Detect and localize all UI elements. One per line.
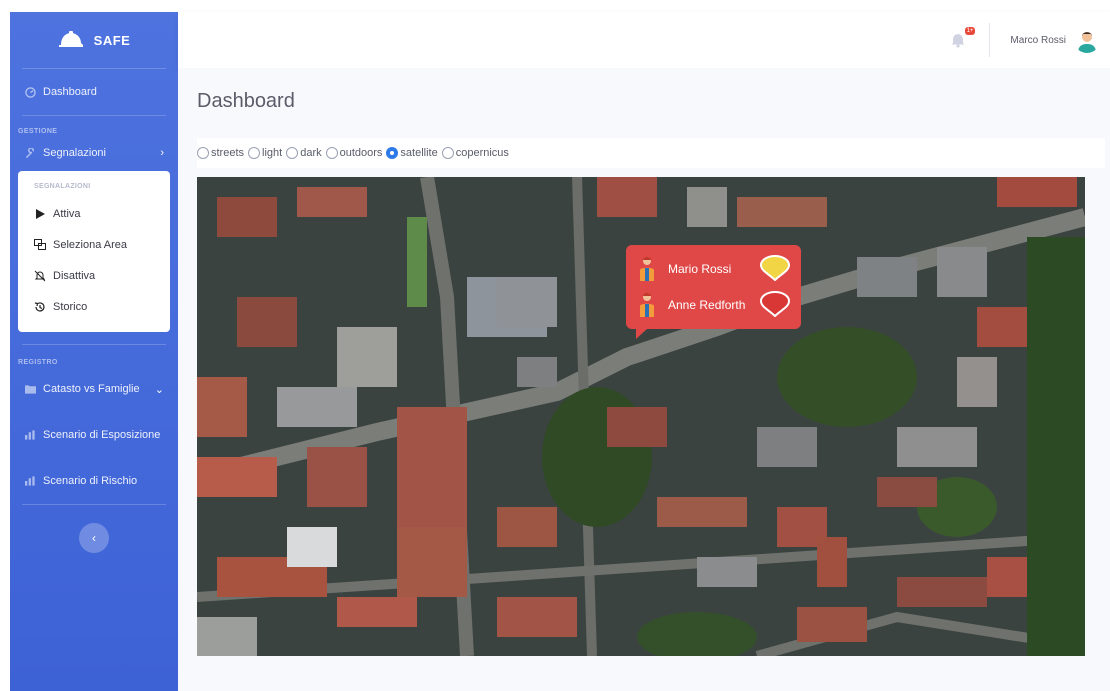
- radio-circle[interactable]: [248, 147, 261, 159]
- layer-label: light: [262, 147, 283, 159]
- sidebar-item-catasto[interactable]: Catasto vs Famiglie ⌄: [10, 366, 178, 412]
- topbar: 1+ Marco Rossi: [178, 12, 1110, 68]
- main-content: Dashboard streets light dark outdoors sa…: [178, 68, 1110, 691]
- notification-badge: 1+: [964, 27, 976, 35]
- submenu-heading: SEGNALAZIONI: [34, 183, 91, 190]
- wrench-icon: [24, 147, 36, 159]
- person-icon: [636, 291, 658, 320]
- history-icon: [34, 301, 46, 313]
- sidebar-item-label: Scenario di Esposizione: [43, 429, 161, 441]
- chart-bar-icon: [24, 475, 36, 487]
- sidebar-divider: [22, 504, 166, 505]
- notifications-button[interactable]: 1+: [947, 27, 976, 51]
- bell-icon: [951, 34, 965, 48]
- layer-option-light[interactable]: light: [248, 147, 282, 159]
- sidebar-toggle-button[interactable]: ‹: [79, 523, 109, 553]
- layer-option-streets[interactable]: streets: [197, 147, 244, 159]
- satellite-map[interactable]: Mario Rossi Anne Redforth: [197, 177, 1085, 656]
- sidebar-item-dashboard[interactable]: Dashboard: [10, 69, 178, 115]
- chart-bar-icon: [24, 429, 36, 441]
- layer-label: streets: [211, 147, 245, 159]
- map-marker-red-icon[interactable]: [759, 290, 791, 320]
- sidebar-heading-registro: REGISTRO: [18, 359, 58, 366]
- brand[interactable]: SAFE: [10, 12, 178, 68]
- layer-option-dark[interactable]: dark: [286, 147, 322, 159]
- submenu-item-label: Seleziona Area: [53, 238, 127, 251]
- popup-row[interactable]: Mario Rossi: [636, 251, 791, 287]
- submenu-item-storico[interactable]: Storico: [18, 291, 170, 322]
- submenu-item-label: Attiva: [53, 207, 81, 220]
- sidebar-item-segnalazioni[interactable]: Segnalazioni ›: [10, 135, 178, 171]
- radio-circle[interactable]: [441, 147, 454, 159]
- popup-row[interactable]: Anne Redforth: [636, 287, 791, 323]
- layer-label: outdoors: [339, 147, 383, 159]
- user-avatar-icon: [1074, 27, 1100, 53]
- map-marker-yellow-icon[interactable]: [759, 254, 791, 284]
- person-name: Anne Redforth: [668, 298, 746, 312]
- layer-label: dark: [300, 147, 322, 159]
- chevron-down-icon: ⌄: [154, 383, 164, 396]
- radio-circle[interactable]: [286, 147, 299, 159]
- submenu-item-label: Storico: [53, 300, 88, 313]
- select-area-icon: [34, 239, 46, 250]
- layer-option-satellite[interactable]: satellite: [386, 147, 438, 159]
- map-layer-selector: streets light dark outdoors satellite co…: [197, 138, 1105, 168]
- sidebar-item-esposizione[interactable]: Scenario di Esposizione: [10, 412, 178, 458]
- person-icon: [636, 255, 658, 284]
- sidebar-item-rischio[interactable]: Scenario di Rischio: [10, 458, 178, 504]
- submenu-segnalazioni: SEGNALAZIONI Attiva Seleziona Area Disat…: [18, 171, 170, 332]
- topbar-divider: [989, 23, 991, 57]
- sidebar-item-label: Segnalazioni: [43, 147, 106, 159]
- brand-name: SAFE: [93, 32, 131, 48]
- layer-option-copernicus[interactable]: copernicus: [441, 147, 509, 159]
- sidebar-item-label: Catasto vs Famiglie: [43, 383, 140, 395]
- play-icon: [34, 208, 46, 219]
- user-name[interactable]: Marco Rossi: [1010, 35, 1066, 46]
- layer-option-outdoors[interactable]: outdoors: [325, 147, 383, 159]
- sidebar-heading-gestione: GESTIONE: [18, 128, 58, 135]
- sidebar: SAFE Dashboard GESTIONE Segnalazioni › S…: [10, 12, 178, 691]
- submenu-item-label: Disattiva: [53, 269, 96, 282]
- layer-label: copernicus: [455, 147, 509, 159]
- helmet-icon: [58, 31, 83, 47]
- submenu-item-disattiva[interactable]: Disattiva: [18, 260, 170, 291]
- sidebar-item-label: Dashboard: [43, 86, 97, 98]
- page-title: Dashboard: [197, 90, 295, 112]
- radio-circle-selected[interactable]: [386, 147, 399, 159]
- folder-icon: [24, 383, 36, 395]
- sidebar-item-label: Scenario di Rischio: [43, 475, 138, 487]
- radio-circle[interactable]: [325, 147, 338, 159]
- map-popup[interactable]: Mario Rossi Anne Redforth: [626, 245, 801, 339]
- bell-slash-icon: [34, 270, 46, 282]
- chevron-right-icon: ›: [160, 147, 164, 159]
- tachometer-icon: [24, 86, 36, 98]
- avatar[interactable]: [1074, 27, 1100, 53]
- submenu-item-seleziona-area[interactable]: Seleziona Area: [18, 229, 170, 260]
- layer-label: satellite: [400, 147, 438, 159]
- radio-circle[interactable]: [197, 147, 209, 159]
- submenu-item-attiva[interactable]: Attiva: [18, 198, 170, 229]
- person-name: Mario Rossi: [668, 262, 732, 276]
